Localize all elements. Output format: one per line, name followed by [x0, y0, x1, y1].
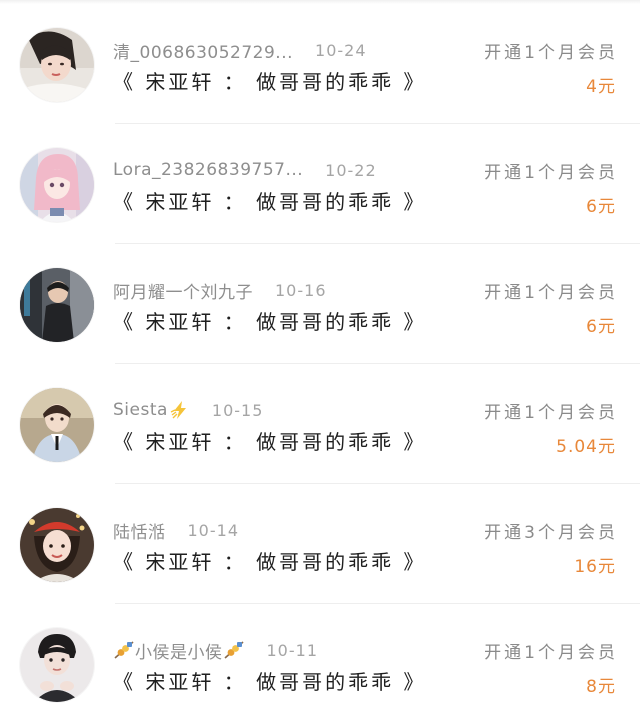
- avatar[interactable]: [20, 388, 94, 462]
- list-item[interactable]: Siesta 10-15 《 宋亚轩 ： 做哥哥的乖乖 》 开通1个月会员 5.…: [0, 364, 640, 484]
- username[interactable]: Lora_23826839757...: [113, 160, 303, 180]
- work-title: 《 宋亚轩 ： 做哥哥的乖乖 》: [113, 70, 427, 94]
- purchase-date: 10-22: [325, 160, 377, 180]
- avatar[interactable]: [20, 268, 94, 342]
- work-title: 《 宋亚轩 ： 做哥哥的乖乖 》: [113, 310, 427, 334]
- user-meta: 阿月耀一个刘九子 10-16: [113, 278, 327, 303]
- vip-info: 开通1个月会员: [484, 283, 618, 303]
- amount: 16元: [574, 557, 616, 577]
- amount: 6元: [586, 197, 616, 217]
- avatar-person-hands-icon: [20, 628, 94, 702]
- amount: 8元: [586, 677, 616, 697]
- purchase-date: 10-16: [275, 280, 327, 300]
- list-item[interactable]: 清_006863052729... 10-24 《 宋亚轩 ： 做哥哥的乖乖 》…: [0, 4, 640, 124]
- purchase-date: 10-11: [266, 640, 318, 660]
- amount: 6元: [586, 317, 616, 337]
- purchase-date: 10-15: [211, 400, 264, 420]
- work-title: 《 宋亚轩 ： 做哥哥的乖乖 》: [113, 670, 427, 694]
- user-meta: Siesta 10-15: [113, 398, 263, 422]
- username[interactable]: 清_006863052729...: [113, 38, 293, 63]
- list-item[interactable]: 陆恬湉 10-14 《 宋亚轩 ： 做哥哥的乖乖 》 开通3个月会员 16元: [0, 484, 640, 604]
- avatar[interactable]: [20, 28, 94, 102]
- avatar-girl-lying-icon: [20, 28, 94, 102]
- work-title: 《 宋亚轩 ： 做哥哥的乖乖 》: [113, 550, 427, 574]
- purchase-date: 10-24: [315, 40, 367, 60]
- list-item[interactable]: 小侯是小侯 10-11 《 宋亚轩 ： 做哥哥的乖乖 》 开通1个月会员 8元: [0, 604, 640, 724]
- avatar-boy-street-icon: [20, 268, 94, 342]
- lightning-badge-icon: [170, 401, 186, 419]
- username[interactable]: Siesta: [113, 400, 168, 420]
- avatar[interactable]: [20, 148, 94, 222]
- username[interactable]: 小侯是小侯: [135, 638, 223, 663]
- work-title: 《 宋亚轩 ： 做哥哥的乖乖 》: [113, 430, 427, 454]
- avatar[interactable]: [20, 508, 94, 582]
- purchase-record-list: 清_006863052729... 10-24 《 宋亚轩 ： 做哥哥的乖乖 》…: [0, 0, 640, 725]
- user-meta: 小侯是小侯 10-11: [113, 638, 318, 663]
- user-meta: 陆恬湉 10-14: [113, 518, 239, 543]
- list-item[interactable]: 阿月耀一个刘九子 10-16 《 宋亚轩 ： 做哥哥的乖乖 》 开通1个月会员 …: [0, 244, 640, 364]
- list-item[interactable]: Lora_23826839757... 10-22 《 宋亚轩 ： 做哥哥的乖乖…: [0, 124, 640, 244]
- avatar[interactable]: [20, 628, 94, 702]
- avatar-anime-pink-hair-icon: [20, 148, 94, 222]
- vip-info: 开通3个月会员: [484, 523, 618, 543]
- user-meta: 清_006863052729... 10-24: [113, 38, 367, 63]
- user-meta: Lora_23826839757... 10-22: [113, 158, 377, 182]
- skewer-emoji-icon: [114, 641, 134, 659]
- vip-info: 开通1个月会员: [484, 163, 618, 183]
- vip-info: 开通1个月会员: [484, 43, 618, 63]
- username[interactable]: 陆恬湉: [113, 518, 166, 543]
- skewer-emoji-icon: [223, 641, 244, 659]
- username[interactable]: 阿月耀一个刘九子: [113, 278, 253, 303]
- vip-info: 开通1个月会员: [484, 643, 618, 663]
- amount: 4元: [586, 77, 616, 97]
- avatar-girl-red-beret-icon: [20, 508, 94, 582]
- purchase-date: 10-14: [187, 520, 239, 540]
- work-title: 《 宋亚轩 ： 做哥哥的乖乖 》: [113, 190, 427, 214]
- amount: 5.04元: [556, 437, 616, 457]
- vip-info: 开通1个月会员: [484, 403, 618, 423]
- avatar-boy-suit-icon: [20, 388, 94, 462]
